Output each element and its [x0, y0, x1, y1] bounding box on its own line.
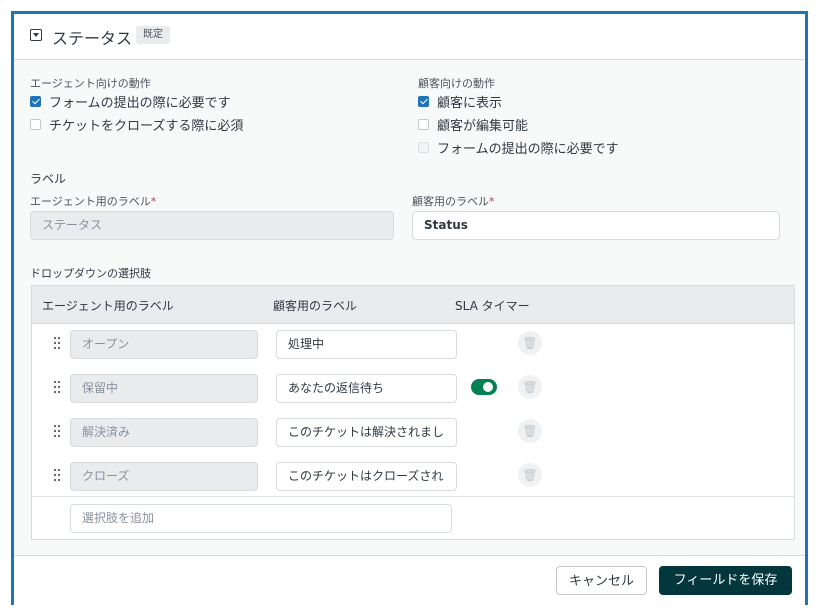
option-customer-label[interactable]: あなたの返信待ち — [276, 374, 457, 403]
option-agent-label: クローズ — [70, 462, 258, 491]
table-row: 保留中 あなたの返信待ち 🗑 — [32, 367, 794, 411]
trash-icon[interactable]: 🗑 — [518, 331, 542, 355]
checkbox-disabled-icon — [418, 142, 429, 153]
sla-timer-toggle[interactable] — [471, 379, 497, 395]
dropdown-options-table: エージェント用のラベル 顧客用のラベル SLA タイマー オープン 処理中 🗑 … — [31, 285, 795, 540]
panel-header: ステータス 既定 — [14, 14, 805, 60]
save-field-button[interactable]: フィールドを保存 — [659, 566, 792, 595]
labels-heading: ラベル — [30, 172, 67, 186]
agent-actions-heading: エージェント向けの動作 — [30, 77, 151, 90]
cancel-button[interactable]: キャンセル — [556, 566, 647, 595]
column-sla-timer: SLA タイマー — [455, 299, 530, 313]
agent-label-input: ステータス — [30, 211, 394, 240]
column-agent-label: エージェント用のラベル — [42, 299, 174, 313]
agent-label-caption: エージェント用のラベル* — [30, 195, 157, 208]
agent-required-on-submit[interactable]: フォームの提出の際に必要です — [30, 92, 231, 111]
table-row: クローズ このチケットはクローズされ 🗑 — [32, 455, 794, 499]
customer-actions-heading: 顧客向けの動作 — [418, 77, 495, 90]
status-field-editor: ステータス 既定 エージェント向けの動作 フォームの提出の際に必要です チケット… — [11, 11, 808, 606]
option-agent-label: オープン — [70, 330, 258, 359]
trash-icon[interactable]: 🗑 — [518, 375, 542, 399]
customer-label-caption: 顧客用のラベル* — [412, 195, 495, 208]
drag-handle-icon[interactable] — [54, 469, 60, 483]
customer-editable[interactable]: 顧客が編集可能 — [418, 115, 528, 134]
field-title: ステータス — [52, 29, 133, 48]
checkbox-icon[interactable] — [418, 119, 429, 130]
customer-required-on-submit: フォームの提出の際に必要です — [418, 138, 619, 157]
collapse-icon[interactable] — [30, 29, 42, 41]
checkbox-icon[interactable] — [30, 119, 41, 130]
trash-icon[interactable]: 🗑 — [518, 419, 542, 443]
column-customer-label: 顧客用のラベル — [273, 299, 358, 313]
default-badge: 既定 — [136, 26, 170, 44]
table-header: エージェント用のラベル 顧客用のラベル SLA タイマー — [32, 286, 794, 324]
option-customer-label[interactable]: このチケットは解決されまし — [276, 418, 457, 447]
drag-handle-icon[interactable] — [54, 337, 60, 351]
divider — [32, 496, 794, 497]
add-option-input[interactable]: 選択肢を追加 — [70, 504, 452, 533]
option-agent-label: 解決済み — [70, 418, 258, 447]
option-customer-label[interactable]: このチケットはクローズされ — [276, 462, 457, 491]
checkbox-checked-icon[interactable] — [30, 96, 41, 107]
drag-handle-icon[interactable] — [54, 381, 60, 395]
panel-footer: キャンセル フィールドを保存 — [14, 555, 805, 606]
option-customer-label[interactable]: 処理中 — [276, 330, 457, 359]
table-row: オープン 処理中 🗑 — [32, 323, 794, 367]
checkbox-checked-icon[interactable] — [418, 96, 429, 107]
table-row: 解決済み このチケットは解決されまし 🗑 — [32, 411, 794, 455]
option-agent-label: 保留中 — [70, 374, 258, 403]
customer-label-input[interactable]: Status — [412, 211, 780, 240]
drag-handle-icon[interactable] — [54, 425, 60, 439]
dropdown-heading: ドロップダウンの選択肢 — [30, 267, 151, 280]
agent-required-on-close[interactable]: チケットをクローズする際に必須 — [30, 115, 243, 134]
customer-visible[interactable]: 顧客に表示 — [418, 92, 502, 111]
trash-icon[interactable]: 🗑 — [518, 463, 542, 487]
